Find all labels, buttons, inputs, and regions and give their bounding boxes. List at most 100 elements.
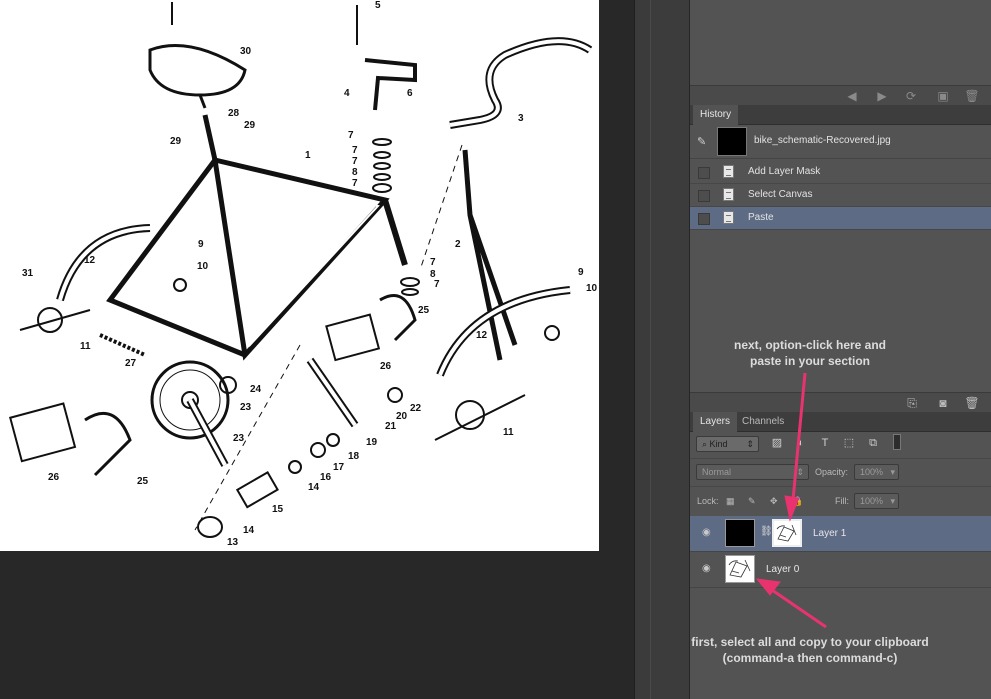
- blend-mode-value: Normal: [702, 467, 732, 477]
- tab-layers[interactable]: Layers: [693, 412, 738, 432]
- mask-link-icon[interactable]: ⛓: [760, 526, 773, 537]
- canvas-area[interactable]: 5 30 3 6 4 28 29 29 1 7 7 7 8 7 9 10 12 2 7 8 7 9 10 31 11 25 27 26…: [0, 0, 634, 699]
- part-number-label: 4: [344, 88, 350, 99]
- filter-kind-select[interactable]: ⌕ Kind ⇕: [696, 436, 759, 452]
- part-number-label: 20: [396, 411, 408, 422]
- type-filter-icon[interactable]: T: [818, 436, 832, 450]
- history-checkbox[interactable]: [698, 167, 710, 179]
- tab-channels[interactable]: Channels: [735, 412, 791, 432]
- part-number-label: 11: [503, 427, 514, 438]
- visibility-eye-icon[interactable]: ◉: [702, 528, 714, 538]
- visibility-eye-icon[interactable]: ◉: [702, 564, 714, 574]
- layer-mask-thumbnail[interactable]: [772, 519, 802, 547]
- layer-sketch: [728, 559, 751, 578]
- filter-kind-value: Kind: [709, 439, 728, 449]
- snapshot-label: bike_schematic-Recovered.jpg: [754, 135, 891, 146]
- history-footer: ⎘ ◙ 🗑: [690, 392, 991, 412]
- lock-brush-icon[interactable]: ✎: [748, 493, 756, 509]
- snapshot-thumbnail: [717, 127, 747, 156]
- part-number-label: 14: [243, 525, 255, 536]
- part-number-label: 7: [352, 156, 358, 167]
- part-number-label: 10: [197, 261, 209, 272]
- part-number-label: 5: [375, 0, 381, 11]
- part-number-label: 29: [170, 136, 182, 147]
- history-checkbox[interactable]: [698, 213, 710, 225]
- history-item[interactable]: Add Layer Mask: [690, 161, 991, 184]
- layer-row-layer-0[interactable]: ◉ Layer 0: [690, 552, 991, 588]
- part-number-label: 25: [418, 305, 430, 316]
- mask-sketch: [776, 524, 797, 542]
- history-state-icon: [723, 188, 734, 201]
- next-icon[interactable]: ▶: [873, 88, 891, 104]
- history-checkbox[interactable]: [698, 190, 710, 202]
- chevron-down-icon: ▾: [890, 467, 895, 477]
- annotation-top-line2: paste in your section: [749, 354, 871, 368]
- layer-thumbnail: [725, 555, 755, 583]
- chevron-updown-icon: ⇕: [746, 439, 754, 449]
- part-number-label: 7: [352, 145, 358, 156]
- lock-all-icon[interactable]: 🔒: [792, 493, 803, 509]
- layer-name: Layer 1: [813, 528, 847, 539]
- image-filter-icon[interactable]: ▨: [770, 436, 784, 450]
- part-number-label: 12: [84, 255, 96, 266]
- part-number-label: 7: [434, 279, 440, 290]
- part-number-label: 12: [476, 330, 488, 341]
- top-panel-footer: ◀ ▶ ⟳ ▣ 🗑: [690, 85, 991, 105]
- part-number-label: 26: [380, 361, 392, 372]
- new-page-icon[interactable]: ▣: [934, 88, 952, 104]
- part-number-label: 10: [586, 283, 598, 294]
- part-number-label: 29: [244, 120, 256, 131]
- blend-row: Normal ⇕ Opacity: 100% ▾: [690, 458, 991, 486]
- camera-icon[interactable]: ◙: [934, 395, 952, 411]
- annotation-top: next, option-click here and paste in you…: [700, 337, 920, 369]
- tab-history[interactable]: History: [693, 105, 739, 125]
- history-snapshot-row[interactable]: ✎ bike_schematic-Recovered.jpg: [690, 125, 991, 159]
- chevron-down-icon: ▾: [890, 496, 895, 506]
- prev-icon[interactable]: ◀: [843, 88, 861, 104]
- part-number-label: 3: [518, 113, 524, 124]
- trash-icon[interactable]: 🗑: [963, 395, 981, 411]
- part-number-label: 23: [240, 402, 252, 413]
- fill-field[interactable]: 100% ▾: [854, 493, 899, 509]
- annotation-bottom: first, select all and copy to your clipb…: [690, 634, 930, 666]
- bike-schematic-image: [9, 2, 593, 538]
- blend-mode-select[interactable]: Normal ⇕: [696, 464, 809, 480]
- lock-transparent-icon[interactable]: ▦: [726, 493, 735, 509]
- part-number-label: 1: [305, 150, 311, 161]
- part-number-label: 18: [348, 451, 360, 462]
- history-item[interactable]: Paste: [690, 207, 991, 230]
- chevron-updown-icon: ⇕: [796, 467, 804, 477]
- opacity-label: Opacity:: [815, 467, 849, 477]
- part-number-label: 7: [348, 130, 354, 141]
- filter-toggle[interactable]: [893, 434, 901, 450]
- part-number-label: 24: [250, 384, 262, 395]
- part-number-label: 17: [333, 462, 345, 473]
- part-number-label: 16: [320, 472, 332, 483]
- layer-thumbnail: [725, 519, 755, 547]
- part-number-label: 25: [137, 476, 149, 487]
- part-number-label: 7: [430, 257, 436, 268]
- smart-object-filter-icon[interactable]: ⧉: [866, 436, 880, 450]
- new-document-from-state-icon[interactable]: ⎘: [903, 395, 921, 411]
- layers-tabbar: Layers Channels: [690, 412, 991, 432]
- history-brush-icon: ✎: [697, 136, 707, 148]
- opacity-field[interactable]: 100% ▾: [854, 464, 899, 480]
- part-number-label: 2: [455, 239, 461, 250]
- history-item[interactable]: Select Canvas: [690, 184, 991, 207]
- part-number-label: 28: [228, 108, 240, 119]
- refresh-icon[interactable]: ⟳: [902, 88, 920, 104]
- adjustment-filter-icon[interactable]: ◐: [794, 436, 808, 450]
- panel-separator[interactable]: [634, 0, 651, 699]
- history-item-label: Select Canvas: [748, 189, 813, 200]
- shape-filter-icon[interactable]: ⬚: [842, 436, 856, 450]
- lock-move-icon[interactable]: ✥: [770, 493, 778, 509]
- annotation-bottom-line2: (command-a then command-c): [722, 651, 898, 665]
- part-number-label: 6: [407, 88, 413, 99]
- history-item-label: Paste: [748, 212, 774, 223]
- part-number-label: 19: [366, 437, 378, 448]
- trash-icon[interactable]: 🗑: [963, 88, 981, 104]
- layer-row-layer-1[interactable]: ◉ ⛓ Layer 1: [690, 516, 991, 552]
- fill-value: 100%: [860, 496, 884, 506]
- document-canvas[interactable]: 5 30 3 6 4 28 29 29 1 7 7 7 8 7 9 10 12 2 7 8 7 9 10 31 11 25 27 26…: [0, 0, 599, 551]
- history-state-icon: [723, 165, 734, 178]
